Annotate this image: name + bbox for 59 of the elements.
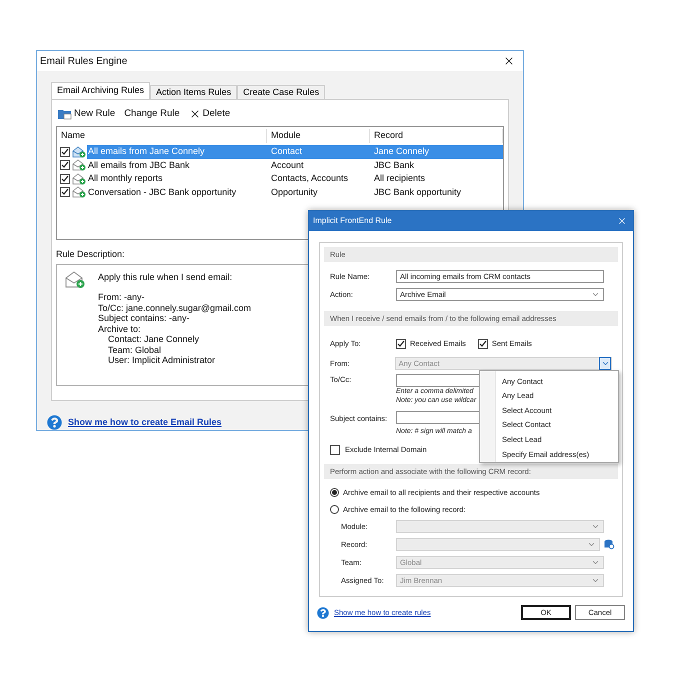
tab[interactable]: Create Case Rules [237,85,326,99]
description-line: Team: Global [107,344,162,355]
envelope-plus-icon [72,146,86,158]
column-header[interactable]: Module [267,129,370,143]
delete-icon [188,108,201,120]
checkbox[interactable] [330,444,340,455]
table-cell-text: All emails from Jane Connely [87,145,206,158]
radio-button[interactable] [330,488,339,498]
toolbar-button[interactable]: Change Rule [124,106,180,122]
checkbox[interactable] [60,187,70,198]
table-cell-text: Conversation - JBC Bank opportunity [87,186,238,199]
column-header[interactable]: Name [57,129,267,143]
dropdown-toggle[interactable] [599,357,611,370]
table-cell-text: Opportunity [270,186,319,199]
tab[interactable]: Email Archiving Rules [51,82,150,99]
folder-envelope-icon [58,108,72,120]
checkbox[interactable] [60,146,70,157]
description-line: Contact: Jane Connely [107,334,200,344]
table-cell-text: All emails from JBC Bank [87,158,191,172]
table-cell-text: All recipients [373,172,426,185]
help-link[interactable]: Show me how to create Email Rules [68,416,222,430]
table-cell-text: Contacts, Accounts [270,172,350,185]
help-icon [47,415,62,430]
table-cell-text: Account [270,158,305,172]
database-search-icon[interactable] [604,538,615,550]
envelope-plus-icon [72,186,86,198]
radio-button[interactable] [330,504,339,514]
envelope-plus-icon [65,270,85,288]
description-line: Archive to: [98,324,142,334]
table-cell-text: JBC Bank [373,158,416,172]
envelope-plus-icon [72,172,86,185]
table-cell-text: JBC Bank opportunity [373,186,462,199]
table-cell-text: All monthly reports [87,172,164,185]
table-row[interactable]: All monthly reports Contacts, Accounts All recipients [87,172,503,186]
description-line: From: -any- [98,292,146,302]
checkbox[interactable] [478,338,488,348]
close-icon[interactable] [503,55,515,67]
chevron-down-icon [600,359,610,368]
description-line: User: Implicit Administrator [107,355,216,366]
description-heading: Apply this rule when I send email: [98,272,234,282]
chevron-down-icon [591,290,600,299]
table-cell-text: Jane Connely [373,145,430,158]
description-line: To/Cc: jane.connely.sugar@gmail.com [98,302,252,313]
checkbox[interactable] [60,174,70,184]
checkbox[interactable] [60,160,70,170]
column-header[interactable]: Record [370,129,503,143]
window-title: Email Rules Engine [40,54,128,68]
help-icon [317,606,329,618]
toolbar-button[interactable]: New Rule [58,106,116,122]
dialog-title: Implicit FrontEnd Rule [313,215,392,227]
envelope-plus-icon [72,159,86,172]
toolbar-button[interactable]: Delete [188,106,230,122]
tab[interactable]: Action Items Rules [150,85,238,99]
description-line: Subject contains: -any- [98,313,191,324]
section-label: Rule Description: [56,248,125,261]
table-cell-text: Contact [270,145,304,158]
checkbox[interactable] [396,338,406,348]
table-row[interactable]: Conversation - JBC Bank opportunity Opportunity JBC Bank opportunity [87,186,503,199]
table-row[interactable]: All emails from JBC Bank Account JBC Bank [87,158,503,172]
